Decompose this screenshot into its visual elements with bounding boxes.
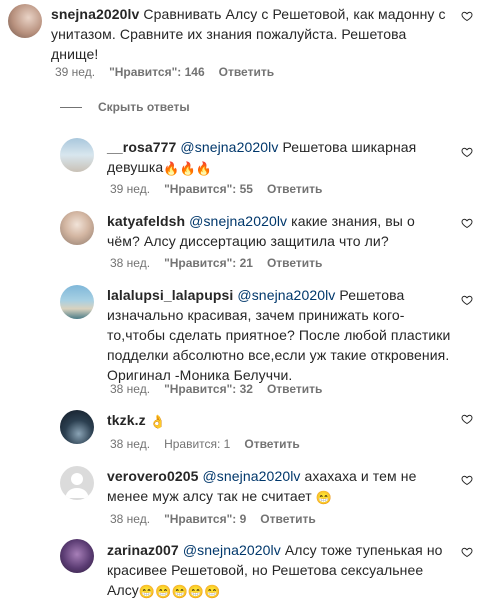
comment-time[interactable]: 38 нед. <box>110 256 150 270</box>
ok-hand-emoji: 👌 <box>149 414 167 429</box>
mention-link[interactable]: @snejna2020lv <box>183 542 281 558</box>
comment-body: verovero0205 @snejna2020lv ахахаха и тем н… <box>107 466 451 506</box>
comment-username[interactable]: verovero0205 <box>107 468 199 484</box>
grin-emoji: 😁 <box>315 490 333 505</box>
comment-likes[interactable]: "Нравится": 55 <box>164 182 253 196</box>
comment-body: katyafeldsh @snejna2020lv какие знания, вы… <box>107 211 451 251</box>
avatar[interactable] <box>8 4 42 38</box>
heart-outline-icon[interactable] <box>461 294 473 306</box>
comment-username[interactable]: snejna2020lv <box>51 6 139 22</box>
comment-time[interactable]: 38 нед. <box>110 512 150 526</box>
comment-username[interactable]: __rosa777 <box>107 139 176 155</box>
reply-button[interactable]: Ответить <box>267 382 322 396</box>
avatar[interactable] <box>60 410 94 444</box>
comment-body: zarinaz007 @snejna2020lv Алсу тоже тупеньк… <box>107 540 451 599</box>
comment-meta: 38 нед. "Нравится": 21 Ответить <box>110 255 336 271</box>
reply-button[interactable]: Ответить <box>267 182 322 196</box>
heart-outline-icon[interactable] <box>461 146 473 158</box>
grin-emoji: 😁😁😁😁😁 <box>138 584 221 599</box>
comment-username[interactable]: lalalupsi_lalapupsi <box>107 287 233 303</box>
mention-link[interactable]: @snejna2020lv <box>237 287 335 303</box>
comment-body: snejna2020lv Сравнивать Алсу с Решетовой,… <box>51 4 451 64</box>
comment-body: __rosa777 @snejna2020lv Решетова шикарная … <box>107 137 451 177</box>
comment-meta: 38 нед. "Нравится": 32 Ответить <box>110 381 336 397</box>
mention-link[interactable]: @snejna2020lv <box>189 213 287 229</box>
reply-button[interactable]: Ответить <box>219 65 274 79</box>
comment-meta: 39 нед. "Нравится": 55 Ответить <box>110 181 336 197</box>
comment-username[interactable]: katyafeldsh <box>107 213 185 229</box>
avatar[interactable] <box>60 466 94 500</box>
fire-emoji: 🔥🔥🔥 <box>163 161 213 176</box>
comment-time[interactable]: 39 нед. <box>110 182 150 196</box>
heart-outline-icon[interactable] <box>461 546 473 558</box>
comment-time[interactable]: 38 нед. <box>110 382 150 396</box>
comment-likes[interactable]: "Нравится": 146 <box>109 65 205 79</box>
heart-outline-icon[interactable] <box>461 217 473 229</box>
comment-likes[interactable]: "Нравится": 9 <box>164 512 246 526</box>
mention-link[interactable]: @snejna2020lv <box>180 139 278 155</box>
comment-body: tkzk.z 👌 <box>107 410 451 430</box>
hide-replies-label: Скрыть ответы <box>98 100 190 114</box>
heart-outline-icon[interactable] <box>461 474 473 486</box>
comment-likes[interactable]: "Нравится": 32 <box>164 382 253 396</box>
avatar[interactable] <box>60 285 94 319</box>
comment-meta: 38 нед. "Нравится": 9 Ответить <box>110 511 330 527</box>
heart-outline-icon[interactable] <box>461 413 473 425</box>
default-avatar-icon <box>65 473 89 498</box>
avatar[interactable] <box>60 138 94 172</box>
reply-button[interactable]: Ответить <box>244 437 299 451</box>
comment-username[interactable]: tkzk.z <box>107 412 146 428</box>
reply-button[interactable]: Ответить <box>267 256 322 270</box>
hide-replies-toggle[interactable]: Скрыть ответы <box>60 99 190 115</box>
comment-meta: 38 нед. Нравится: 1 Ответить <box>110 436 314 452</box>
heart-outline-icon[interactable] <box>461 10 473 22</box>
comment-time[interactable]: 38 нед. <box>110 437 150 451</box>
reply-button[interactable]: Ответить <box>260 512 315 526</box>
mention-link[interactable]: @snejna2020lv <box>203 468 301 484</box>
avatar[interactable] <box>60 539 94 573</box>
comment-body: lalalupsi_lalapupsi @snejna2020lv Решетова… <box>107 285 451 385</box>
divider-line <box>60 106 82 108</box>
avatar[interactable] <box>60 211 94 245</box>
comment-likes[interactable]: Нравится: 1 <box>164 437 230 451</box>
comment-username[interactable]: zarinaz007 <box>107 542 179 558</box>
comment-meta: 39 нед. "Нравится": 146 Ответить <box>55 64 288 80</box>
comment-likes[interactable]: "Нравится": 21 <box>164 256 253 270</box>
comment-time[interactable]: 39 нед. <box>55 65 95 79</box>
